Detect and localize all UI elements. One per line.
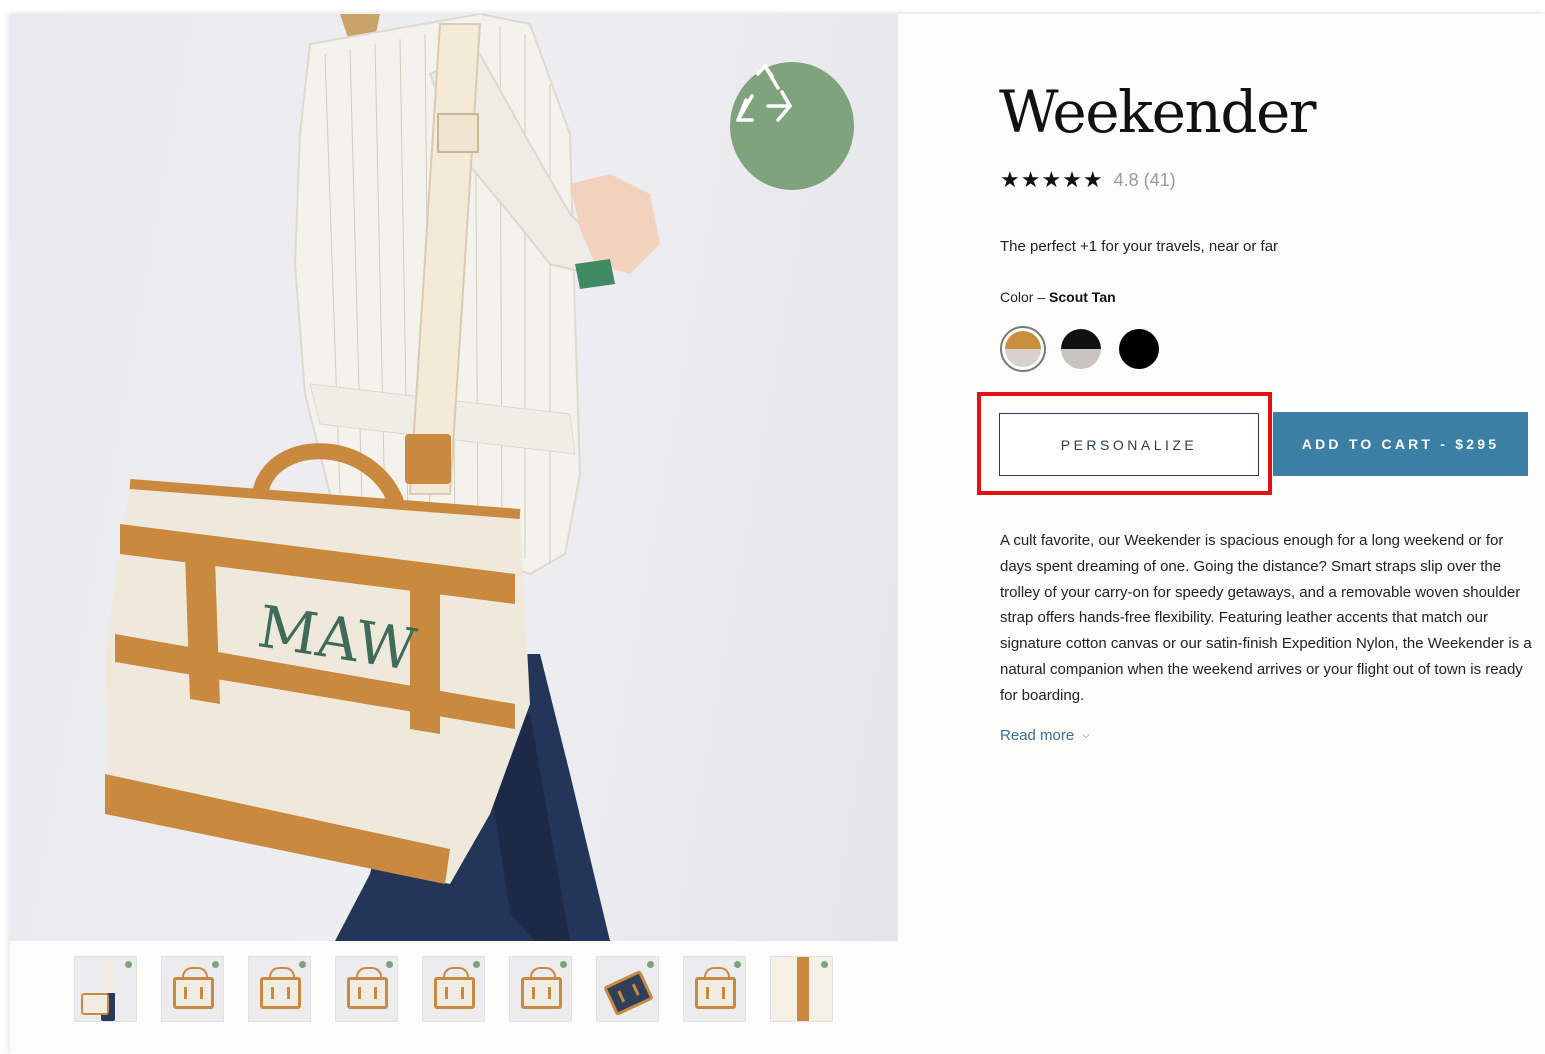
- star-rating-icon: ★★★★★: [1000, 168, 1104, 193]
- review-count: (41): [1143, 170, 1176, 190]
- recycle-dot-icon: [299, 961, 306, 968]
- thumbnail-strip: [74, 956, 833, 1024]
- recycle-dot-icon: [821, 961, 828, 968]
- read-more-label: Read more: [1000, 727, 1075, 744]
- thumbnail-2[interactable]: [161, 956, 224, 1022]
- recycle-badge: [730, 62, 854, 190]
- recycle-dot-icon: [212, 961, 219, 968]
- swatch-fill: [1119, 329, 1159, 369]
- thumbnail-1[interactable]: [74, 956, 137, 1022]
- product-main-image[interactable]: MAW: [10, 14, 898, 941]
- thumbnail-9[interactable]: [770, 956, 833, 1022]
- thumbnail-bag: [260, 977, 301, 1009]
- swatch-scout-tan[interactable]: [1000, 326, 1046, 372]
- product-tagline: The perfect +1 for your travels, near or…: [1000, 238, 1279, 255]
- thumbnail-bag: [81, 993, 109, 1015]
- thumbnail-bag: [603, 969, 654, 1017]
- thumbnail-bag: [347, 977, 388, 1009]
- read-more-link[interactable]: Read more ⌵: [1000, 727, 1090, 744]
- thumbnail-bag: [434, 977, 475, 1009]
- color-swatches: [1000, 326, 1162, 372]
- recycle-dot-icon: [647, 961, 654, 968]
- product-description: A cult favorite, our Weekender is spacio…: [1000, 532, 1532, 704]
- color-selection-label: Color – Scout Tan: [1000, 289, 1116, 305]
- recycle-dot-icon: [386, 961, 393, 968]
- chevron-down-icon: ⌵: [1082, 730, 1090, 741]
- personalize-button[interactable]: PERSONALIZE: [999, 413, 1259, 476]
- thumbnail-bag: [695, 977, 736, 1009]
- product-rating[interactable]: ★★★★★ 4.8 (41): [1000, 168, 1176, 193]
- recycle-dot-icon: [734, 961, 741, 968]
- thumbnail-3[interactable]: [248, 956, 311, 1022]
- thumbnail-7[interactable]: [596, 956, 659, 1022]
- rating-score: 4.8: [1113, 170, 1139, 190]
- recycle-icon: [736, 64, 792, 122]
- thumbnail-strap: [797, 957, 809, 1021]
- swatch-fill: [1005, 331, 1041, 367]
- recycle-dot-icon: [560, 961, 567, 968]
- thumbnail-8[interactable]: [683, 956, 746, 1022]
- thumbnail-4[interactable]: [335, 956, 398, 1022]
- thumbnail-6[interactable]: [509, 956, 572, 1022]
- thumbnail-bag: [521, 977, 562, 1009]
- recycle-dot-icon: [473, 961, 480, 968]
- swatch-black[interactable]: [1116, 326, 1162, 372]
- recycle-dot-icon: [125, 961, 132, 968]
- selected-color-name: Scout Tan: [1049, 289, 1116, 305]
- swatch-black-grey[interactable]: [1058, 326, 1104, 372]
- add-to-cart-button[interactable]: ADD TO CART - $295: [1273, 412, 1528, 476]
- swatch-fill: [1061, 329, 1101, 369]
- product-title: Weekender: [999, 78, 1317, 146]
- color-label: Color –: [1000, 289, 1046, 305]
- thumbnail-bag: [173, 977, 214, 1009]
- thumbnail-5[interactable]: [422, 956, 485, 1022]
